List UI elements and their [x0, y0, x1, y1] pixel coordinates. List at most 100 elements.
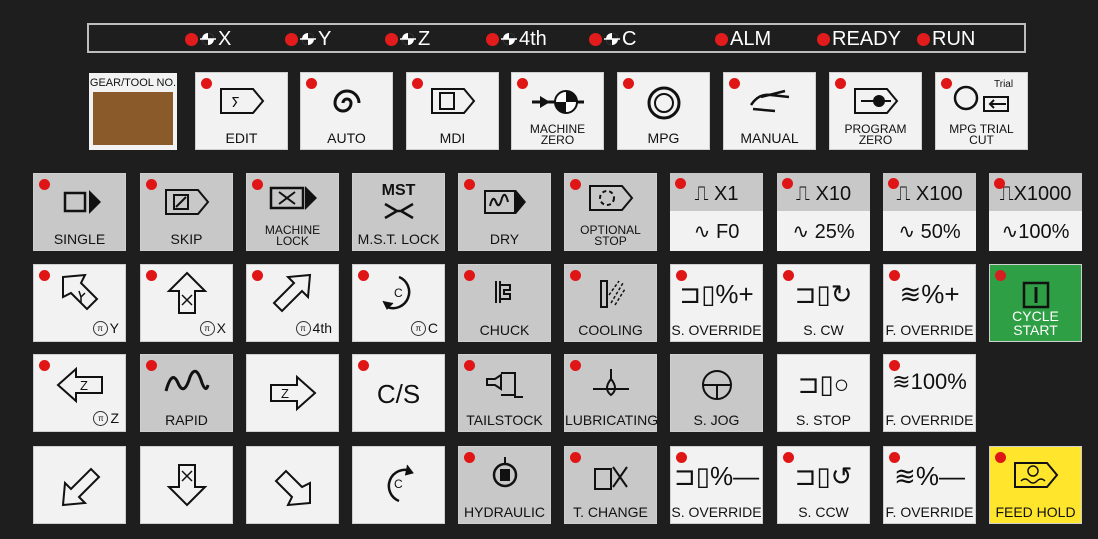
led-icon	[486, 32, 499, 46]
led-icon	[252, 270, 263, 281]
led-icon	[888, 178, 899, 189]
led-icon	[39, 270, 50, 281]
jog-x-minus-button[interactable]	[140, 446, 233, 524]
spindle-jog-button[interactable]: S. JOG	[670, 354, 763, 432]
led-icon	[385, 32, 398, 46]
handwheel-x100-button[interactable]: ⎍ X100 ∿ 50%	[883, 173, 976, 251]
jog-y-minus-button[interactable]	[246, 446, 339, 524]
hydraulic-button[interactable]: HYDRAULIC	[458, 446, 551, 524]
arrow-y-icon	[61, 273, 98, 311]
led-icon	[412, 78, 423, 89]
handwheel-x1-button[interactable]: ⎍ X1 ∿ F0	[670, 173, 763, 251]
led-icon	[917, 32, 930, 46]
indicator-c: C	[589, 27, 636, 51]
edit-icon: ⵢ	[219, 88, 264, 114]
spindle-ccw-icon: ⊐▯↺	[794, 461, 853, 491]
led-icon	[358, 270, 369, 281]
arrow-x-icon	[166, 271, 207, 314]
dry-run-button[interactable]: DRY	[458, 173, 551, 251]
spindle-override-plus-button[interactable]: ⊐▯%+ S. OVERRIDE	[670, 264, 763, 342]
rotate-c-minus-icon: C	[387, 464, 414, 503]
program-zero-button[interactable]: PROGRAM ZERO	[829, 72, 922, 150]
jog-z-plus-button[interactable]: Z	[246, 354, 339, 432]
mpg-button[interactable]: MPG	[617, 72, 710, 150]
handwheel-x10-button[interactable]: ⎍ X10 ∿ 25%	[777, 173, 870, 251]
indicator-y: Y	[285, 27, 331, 51]
feed-override-100-button[interactable]: ≋100% F. OVERRIDE	[883, 354, 976, 432]
spindle-jog-icon	[701, 370, 732, 400]
jog-4th-minus-button[interactable]	[33, 446, 126, 524]
feed-100-label: ∿100%	[1001, 221, 1070, 243]
rotate-c-icon: C	[382, 275, 410, 310]
manual-button[interactable]: MANUAL	[723, 72, 816, 150]
led-icon	[589, 32, 602, 46]
feed-override-plus-button[interactable]: ≋%+ F. OVERRIDE	[883, 264, 976, 342]
spindle-stop-icon: ⊐▯○	[797, 369, 850, 399]
led-icon	[464, 360, 475, 371]
handwheel-x1000-button[interactable]: ⎍X1000 ∿100%	[989, 173, 1082, 251]
feed-override-minus-button[interactable]: ≋%— F. OVERRIDE	[883, 446, 976, 524]
mpg-trial-cut-button[interactable]: Trial MPG TRIAL CUT	[935, 72, 1028, 150]
chuck-icon	[494, 281, 511, 303]
mdi-button[interactable]: MDI	[406, 72, 499, 150]
feed-50-label: ∿ 50%	[898, 221, 961, 243]
handwheel-y-label: πY	[92, 320, 119, 336]
jog-x-button[interactable]: πX	[140, 264, 233, 342]
edit-button[interactable]: ⵢ EDIT	[195, 72, 288, 150]
indicator-z: Z	[385, 27, 430, 51]
led-icon	[146, 179, 157, 190]
cycle-start-button[interactable]: CYCLE START	[989, 264, 1082, 342]
led-icon	[623, 78, 634, 89]
led-icon	[201, 78, 212, 89]
led-icon	[358, 360, 369, 371]
optional-stop-icon	[588, 185, 633, 211]
rapid-button[interactable]: RAPID	[140, 354, 233, 432]
skip-button[interactable]: SKIP	[140, 173, 233, 251]
cs-button[interactable]: C/S	[352, 354, 445, 432]
arrow-4th-minus-icon	[61, 467, 100, 507]
spindle-ccw-button[interactable]: ⊐▯↺ S. CCW	[777, 446, 870, 524]
arrow-4th-icon	[272, 273, 311, 313]
feed-25-label: ∿ 25%	[792, 221, 855, 243]
jog-4th-button[interactable]: π 4th	[246, 264, 339, 342]
handwheel-icon	[647, 86, 680, 120]
jog-c-plus-button[interactable]: C πC	[352, 264, 445, 342]
optional-stop-button[interactable]: OPTIONAL STOP	[564, 173, 657, 251]
cooling-button[interactable]: COOLING	[564, 264, 657, 342]
svg-text:C: C	[394, 286, 403, 300]
auto-button[interactable]: AUTO	[300, 72, 393, 150]
mst-lock-button[interactable]: MST M.S.T. LOCK	[352, 173, 445, 251]
arrow-y-minus-icon	[274, 469, 311, 507]
feed-hold-button[interactable]: FEED HOLD	[989, 446, 1082, 524]
jog-z-minus-button[interactable]: Z πZ	[33, 354, 126, 432]
tool-change-button[interactable]: T. CHANGE	[564, 446, 657, 524]
lubricating-button[interactable]: LUBRICATING	[564, 354, 658, 432]
rapid-wave-icon	[164, 369, 209, 392]
led-icon	[517, 78, 528, 89]
spindle-cw-button[interactable]: ⊐▯↻ S. CW	[777, 264, 870, 342]
spindle-override-minus-button[interactable]: ⊐▯%— S. OVERRIDE	[670, 446, 763, 524]
jog-c-minus-button[interactable]: C	[352, 446, 445, 524]
single-block-icon	[63, 190, 101, 214]
single-button[interactable]: SINGLE	[33, 173, 126, 251]
led-icon	[570, 360, 581, 371]
axis-home-icon	[501, 33, 517, 45]
feed-hold-icon	[1013, 462, 1058, 488]
chuck-button[interactable]: CHUCK	[458, 264, 551, 342]
spindle-pct-plus-icon: ⊐▯%+	[679, 279, 754, 309]
led-icon	[570, 270, 581, 281]
led-icon	[729, 78, 740, 89]
spindle-stop-button[interactable]: ⊐▯○ S. STOP	[777, 354, 870, 432]
svg-text:C: C	[394, 477, 403, 491]
tailstock-button[interactable]: TAILSTOCK	[458, 354, 551, 432]
indicator-ready: READY	[817, 27, 901, 51]
hand-icon	[749, 89, 789, 113]
jog-y-button[interactable]: πY	[33, 264, 126, 342]
feed-f0-label: ∿ F0	[693, 221, 740, 243]
axis-home-icon	[200, 33, 216, 45]
machine-zero-button[interactable]: MACHINE ZERO	[511, 72, 604, 150]
led-icon	[817, 32, 830, 46]
indicator-x: X	[185, 27, 231, 51]
machine-lock-button[interactable]: MACHINE LOCK	[246, 173, 339, 251]
handwheel-x-label: πX	[199, 320, 226, 336]
